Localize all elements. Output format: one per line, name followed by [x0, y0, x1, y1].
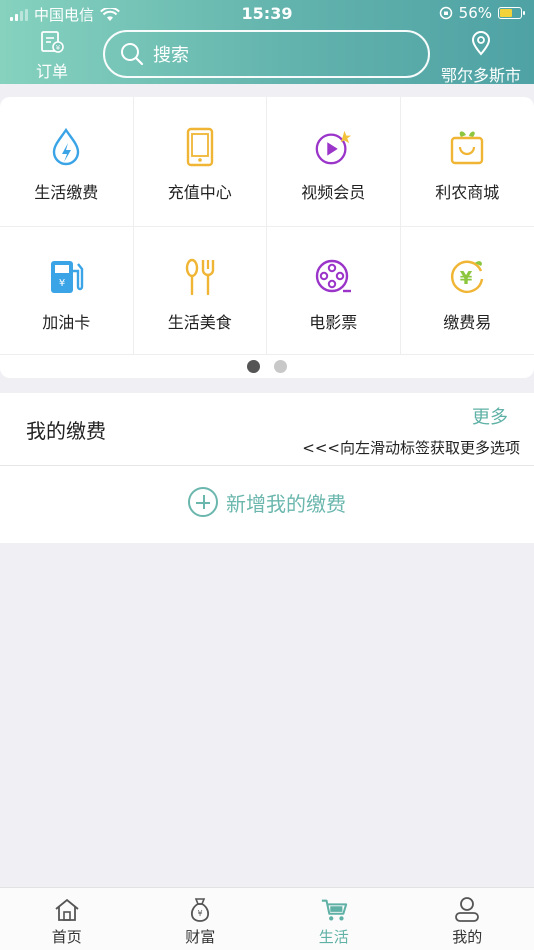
location-label: 鄂尔多斯市 [440, 66, 521, 85]
cart-icon [320, 896, 348, 924]
my-payment-section: 我的缴费 更多 <<<向左滑动标签获取更多选项 新增我的缴费 [0, 393, 534, 543]
service-label: 加油卡 [42, 313, 91, 332]
search-bar[interactable]: 搜索 [103, 30, 430, 78]
service-farm-mall[interactable]: 利农商城 [400, 97, 534, 227]
svg-text:¥: ¥ [460, 268, 473, 289]
spoon-fork-icon [180, 257, 220, 297]
search-icon [121, 43, 144, 66]
service-movie-ticket[interactable]: 电影票 [267, 227, 401, 355]
location-button[interactable]: 鄂尔多斯市 [436, 30, 526, 86]
fuel-pump-icon: ¥ [46, 257, 86, 297]
yuan-coin-icon: ¥ [447, 257, 487, 297]
location-pin-icon [471, 31, 491, 56]
tab-label: 财富 [185, 928, 216, 946]
service-label: 缴费易 [443, 313, 492, 332]
status-right: 56% [439, 4, 525, 22]
swipe-hint: <<<向左滑动标签获取更多选项 [302, 439, 520, 457]
service-label: 生活美食 [167, 313, 232, 332]
tab-life[interactable]: 生活 [267, 888, 401, 950]
my-payment-title: 我的缴费 [26, 419, 106, 443]
svg-text:¥: ¥ [59, 278, 65, 289]
service-label: 电影票 [309, 313, 358, 332]
service-living-payment[interactable]: 生活缴费 [0, 97, 134, 227]
tab-label: 生活 [318, 928, 349, 946]
video-play-icon [313, 127, 353, 167]
svg-text:¥: ¥ [198, 909, 203, 918]
service-easy-pay[interactable]: ¥ 缴费易 [400, 227, 534, 355]
film-reel-icon [313, 257, 353, 297]
tab-home[interactable]: 首页 [0, 888, 134, 950]
header: 中国电信 15:39 56% ¥ 订单 搜索 鄂尔多斯市 [0, 0, 534, 86]
home-icon [53, 896, 81, 924]
service-label: 利农商城 [435, 183, 500, 202]
service-label: 生活缴费 [34, 183, 99, 202]
add-payment-button[interactable]: 新增我的缴费 [0, 487, 534, 517]
rotation-lock-icon [439, 6, 452, 20]
page-dot-active[interactable] [247, 360, 260, 373]
shopping-basket-icon [447, 127, 487, 167]
divider [0, 465, 534, 466]
battery-icon [498, 7, 525, 19]
order-label: 订单 [35, 62, 68, 81]
status-bar: 中国电信 15:39 56% [0, 0, 534, 28]
water-drop-bolt-icon [46, 127, 86, 167]
service-video-vip[interactable]: 视频会员 [267, 97, 401, 227]
service-label: 充值中心 [167, 183, 232, 202]
tab-bar: 首页 ¥ 财富 生活 我的 [0, 887, 534, 950]
page-indicator [0, 360, 534, 373]
tab-mine[interactable]: 我的 [401, 888, 534, 950]
service-recharge-center[interactable]: 充值中心 [133, 97, 267, 227]
tab-label: 首页 [51, 928, 82, 946]
order-icon: ¥ [41, 31, 64, 53]
order-button[interactable]: ¥ 订单 [30, 30, 74, 81]
tab-wealth[interactable]: ¥ 财富 [134, 888, 268, 950]
page-dot[interactable] [274, 360, 287, 373]
phone-icon [180, 127, 220, 167]
battery-percent: 56% [458, 4, 492, 22]
svg-text:¥: ¥ [56, 44, 61, 52]
service-label: 视频会员 [301, 183, 366, 202]
service-food[interactable]: 生活美食 [133, 227, 267, 355]
services-grid: 生活缴费 充值中心 视频会员 利农商城 ¥ 加油卡 生活美食 电影票 ¥ 缴费易 [0, 97, 534, 355]
add-payment-label: 新增我的缴费 [226, 491, 346, 516]
battery-fill [500, 9, 513, 17]
more-link[interactable]: 更多 [472, 403, 508, 429]
add-circle-icon [188, 487, 218, 517]
money-bag-icon: ¥ [186, 896, 214, 924]
user-icon [453, 896, 481, 924]
search-placeholder: 搜索 [153, 45, 189, 66]
tab-label: 我的 [452, 928, 483, 946]
service-fuel-card[interactable]: ¥ 加油卡 [0, 227, 134, 355]
services-card: 生活缴费 充值中心 视频会员 利农商城 ¥ 加油卡 生活美食 电影票 ¥ 缴费易 [0, 97, 534, 378]
